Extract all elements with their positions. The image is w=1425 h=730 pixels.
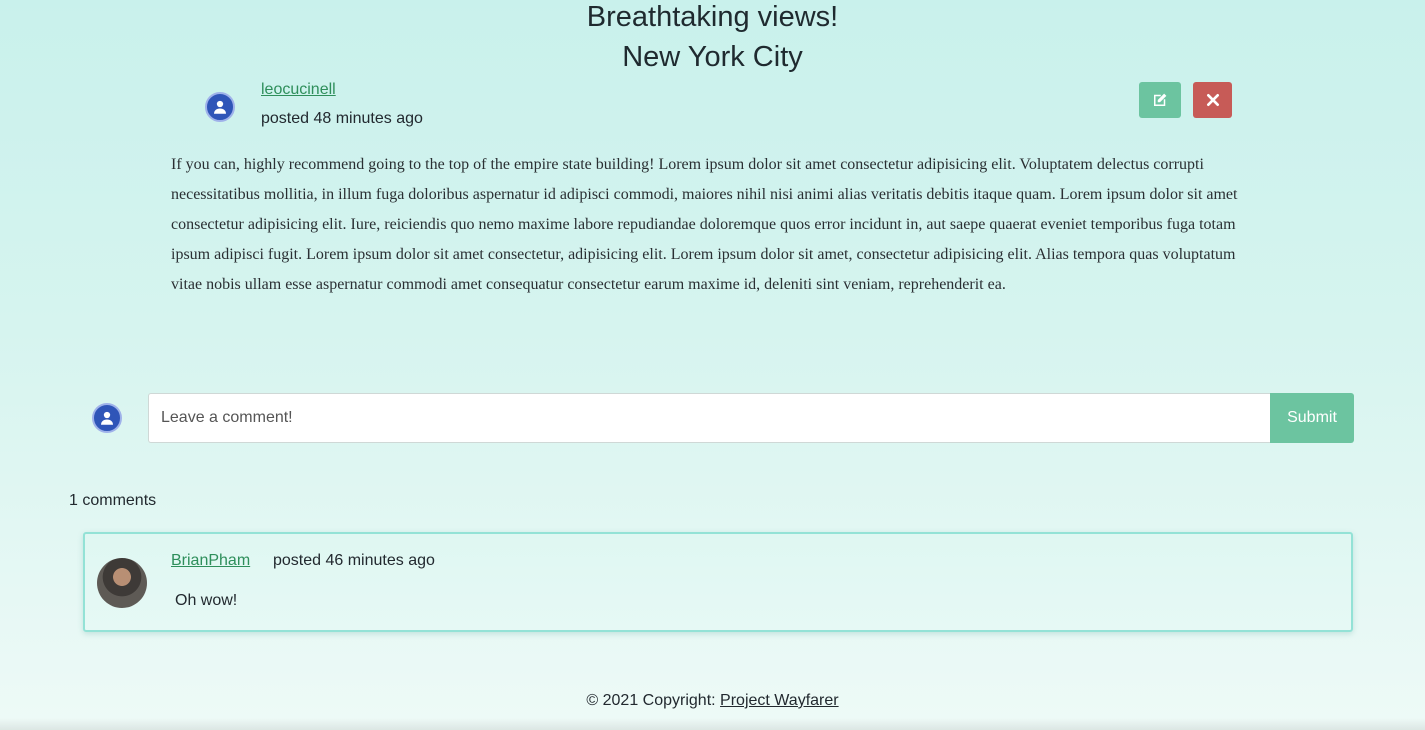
submit-comment-button[interactable]: Submit xyxy=(1270,393,1354,443)
post-title: Breathtaking views! xyxy=(586,1,839,33)
post-city: New York City xyxy=(622,41,803,73)
post-timestamp: posted 48 minutes ago xyxy=(261,110,423,127)
author-avatar xyxy=(205,92,235,122)
current-user-avatar xyxy=(92,403,122,433)
comment-card: BrianPham posted 46 minutes ago Oh wow! xyxy=(83,532,1353,632)
edit-icon xyxy=(1154,93,1167,106)
post-body: If you can, highly recommend going to th… xyxy=(171,156,1238,293)
comment-form: Submit xyxy=(148,393,1354,443)
commenter-avatar xyxy=(97,558,147,608)
comment-input[interactable] xyxy=(148,393,1270,443)
close-icon xyxy=(1206,94,1219,106)
footer-shadow xyxy=(0,718,1425,730)
post-header: Breathtaking views! New York City xyxy=(0,0,1425,74)
user-icon xyxy=(101,411,113,425)
comment-timestamp: posted 46 minutes ago xyxy=(273,552,435,569)
footer: © 2021 Copyright: Project Wayfarer xyxy=(0,692,1425,710)
user-icon xyxy=(214,100,226,114)
footer-copyright: © 2021 Copyright: xyxy=(586,692,716,709)
edit-post-button[interactable] xyxy=(1139,82,1181,118)
comment-text: Oh wow! xyxy=(175,592,238,609)
commenter-name-link[interactable]: BrianPham xyxy=(171,552,250,570)
delete-post-button[interactable] xyxy=(1193,82,1232,118)
post-author-link[interactable]: leocucinell xyxy=(261,81,336,99)
footer-project-link[interactable]: Project Wayfarer xyxy=(720,692,839,709)
comment-count: 1 comments xyxy=(69,492,157,509)
